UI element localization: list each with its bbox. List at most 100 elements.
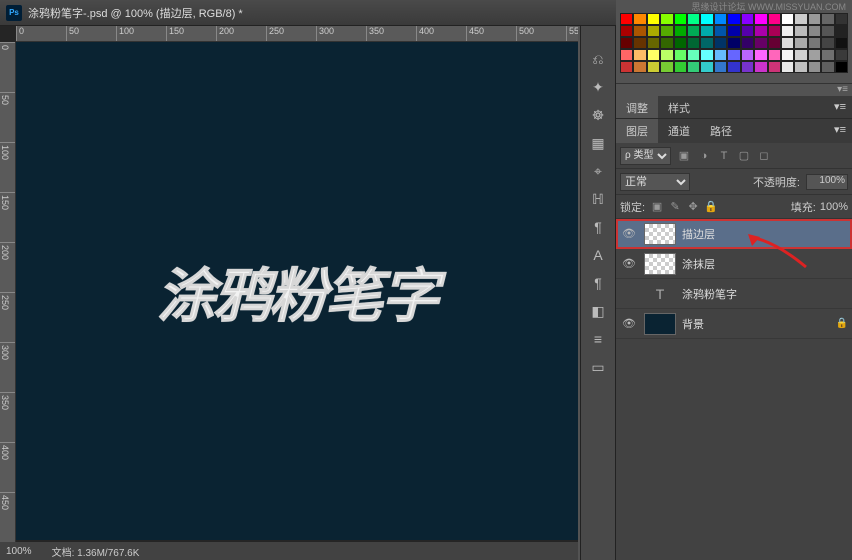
visibility-icon[interactable]: 👁	[620, 227, 638, 240]
swatch[interactable]	[821, 13, 834, 25]
swatch[interactable]	[674, 37, 687, 49]
swatch[interactable]	[620, 25, 633, 37]
swatch[interactable]	[687, 37, 700, 49]
swatches-menu-icon[interactable]: ▾≡	[616, 84, 852, 96]
canvas[interactable]: 涂鸦粉笔字	[16, 42, 578, 540]
layers-menu-icon[interactable]: ▾≡	[828, 119, 852, 143]
swatch[interactable]	[647, 25, 660, 37]
swatch[interactable]	[647, 13, 660, 25]
text-layer-icon[interactable]: T	[644, 283, 676, 305]
panel-tool-icon[interactable]: ☸	[584, 102, 612, 128]
swatch[interactable]	[633, 25, 646, 37]
fill-input[interactable]: 100%	[820, 201, 848, 213]
swatch[interactable]	[660, 49, 673, 61]
swatch[interactable]	[808, 61, 821, 73]
swatch[interactable]	[700, 37, 713, 49]
swatch[interactable]	[794, 49, 807, 61]
lock-icon[interactable]: 🔒	[703, 199, 719, 215]
swatch[interactable]	[835, 37, 848, 49]
swatch[interactable]	[647, 49, 660, 61]
swatch[interactable]	[633, 49, 646, 61]
swatch[interactable]	[647, 61, 660, 73]
swatch[interactable]	[781, 13, 794, 25]
swatch[interactable]	[674, 49, 687, 61]
swatch[interactable]	[794, 37, 807, 49]
blend-mode-select[interactable]: 正常	[620, 173, 690, 191]
swatch[interactable]	[821, 61, 834, 73]
swatch[interactable]	[835, 61, 848, 73]
swatch[interactable]	[794, 13, 807, 25]
swatch[interactable]	[808, 25, 821, 37]
swatch[interactable]	[835, 49, 848, 61]
swatch[interactable]	[808, 13, 821, 25]
panel-tool-icon[interactable]: ▦	[584, 130, 612, 156]
swatch[interactable]	[821, 49, 834, 61]
swatch[interactable]	[687, 25, 700, 37]
layer-thumbnail[interactable]	[644, 223, 676, 245]
layer-row[interactable]: 👁 描边层	[616, 219, 852, 249]
lock-icon[interactable]: ✥	[685, 199, 701, 215]
swatch[interactable]	[633, 37, 646, 49]
tab-channels[interactable]: 通道	[658, 119, 700, 143]
swatch[interactable]	[660, 25, 673, 37]
swatch[interactable]	[620, 61, 633, 73]
filter-icon[interactable]: T	[715, 147, 733, 165]
visibility-icon[interactable]: 👁	[620, 257, 638, 270]
tab-styles[interactable]: 样式	[658, 96, 700, 118]
swatch[interactable]	[727, 13, 740, 25]
layer-row[interactable]: 👁涂抹层	[616, 249, 852, 279]
layer-row[interactable]: 👁背景🔒	[616, 309, 852, 339]
swatch[interactable]	[620, 49, 633, 61]
swatch[interactable]	[794, 61, 807, 73]
swatch[interactable]	[687, 61, 700, 73]
swatch[interactable]	[768, 49, 781, 61]
swatch[interactable]	[754, 61, 767, 73]
swatch[interactable]	[714, 61, 727, 73]
swatch[interactable]	[741, 13, 754, 25]
panel-tool-icon[interactable]: ⎌	[584, 46, 612, 72]
zoom-level[interactable]: 100%	[6, 546, 32, 557]
lock-icon[interactable]: ▣	[649, 199, 665, 215]
swatch[interactable]	[821, 25, 834, 37]
swatch[interactable]	[700, 13, 713, 25]
swatch[interactable]	[714, 13, 727, 25]
panel-tool-icon[interactable]: ¶	[584, 214, 612, 240]
swatch[interactable]	[794, 25, 807, 37]
visibility-icon[interactable]: 👁	[620, 317, 638, 330]
layer-name[interactable]: 涂鸦粉笔字	[682, 286, 848, 302]
panel-tool-icon[interactable]: ℍ	[584, 186, 612, 212]
swatch[interactable]	[781, 37, 794, 49]
filter-icon[interactable]: ◻	[755, 147, 773, 165]
swatch[interactable]	[674, 13, 687, 25]
panel-tool-icon[interactable]: ¶	[584, 270, 612, 296]
swatch[interactable]	[620, 37, 633, 49]
swatch[interactable]	[741, 37, 754, 49]
adj-menu-icon[interactable]: ▾≡	[828, 96, 852, 118]
filter-icon[interactable]: ▢	[735, 147, 753, 165]
swatch[interactable]	[660, 61, 673, 73]
swatch[interactable]	[741, 25, 754, 37]
swatch[interactable]	[741, 49, 754, 61]
swatch[interactable]	[768, 13, 781, 25]
panel-tool-icon[interactable]: ≡	[584, 326, 612, 352]
layer-row[interactable]: T 涂鸦粉笔字	[616, 279, 852, 309]
swatch[interactable]	[674, 61, 687, 73]
layer-name[interactable]: 描边层	[682, 226, 848, 242]
swatch[interactable]	[633, 13, 646, 25]
swatch[interactable]	[687, 13, 700, 25]
layer-thumbnail[interactable]	[644, 253, 676, 275]
swatch[interactable]	[714, 25, 727, 37]
swatch[interactable]	[768, 25, 781, 37]
swatch[interactable]	[700, 25, 713, 37]
swatch[interactable]	[700, 61, 713, 73]
swatch[interactable]	[660, 13, 673, 25]
swatch[interactable]	[754, 49, 767, 61]
layer-thumbnail[interactable]	[644, 313, 676, 335]
swatch[interactable]	[700, 49, 713, 61]
swatch[interactable]	[727, 25, 740, 37]
swatch[interactable]	[727, 61, 740, 73]
swatch[interactable]	[620, 13, 633, 25]
swatch[interactable]	[714, 49, 727, 61]
layer-name[interactable]: 背景	[682, 316, 836, 332]
swatch[interactable]	[781, 49, 794, 61]
